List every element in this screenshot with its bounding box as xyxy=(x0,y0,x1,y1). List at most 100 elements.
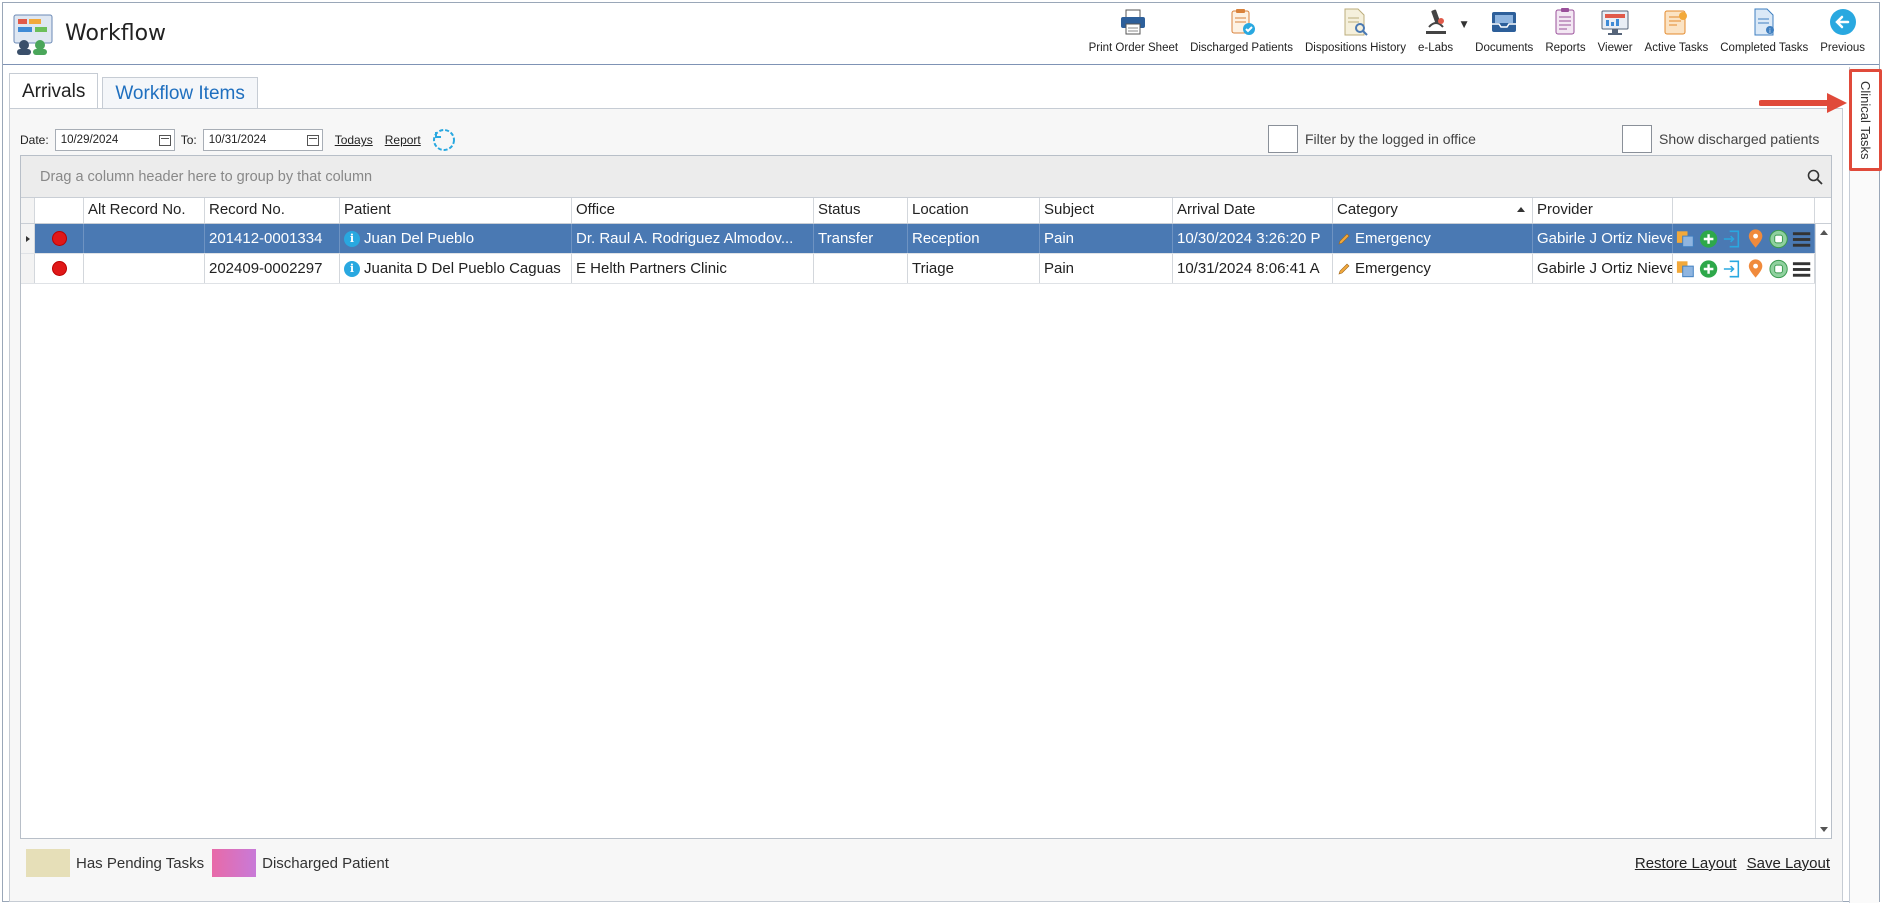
calendar-icon[interactable] xyxy=(158,134,171,146)
documents-button[interactable]: Documents xyxy=(1469,7,1539,63)
restore-layout-link[interactable]: Restore Layout xyxy=(1635,855,1737,872)
column-header-subject[interactable]: Subject xyxy=(1040,198,1173,223)
checkbox[interactable] xyxy=(1622,125,1652,153)
provider-cell: Gabirle J Ortiz Nieve xyxy=(1533,224,1673,253)
show-discharged-checkbox[interactable]: Show discharged patients xyxy=(1622,125,1819,153)
table-row[interactable]: 201412-0001334 i Juan Del Pueblo Dr. Rau… xyxy=(21,224,1831,254)
save-layout-link[interactable]: Save Layout xyxy=(1747,855,1830,872)
column-header-patient[interactable]: Patient xyxy=(340,198,572,223)
tab-arrivals[interactable]: Arrivals xyxy=(9,73,99,109)
todays-link[interactable]: Todays xyxy=(335,133,373,147)
sign-in-icon[interactable] xyxy=(1721,228,1742,250)
group-by-panel[interactable]: Drag a column header here to group by th… xyxy=(21,156,1831,198)
pencil-icon xyxy=(1338,233,1350,244)
page-title: Workflow xyxy=(65,21,167,46)
refresh-icon[interactable] xyxy=(431,127,457,153)
sort-ascending-icon xyxy=(1517,207,1525,212)
vertical-scrollbar[interactable] xyxy=(1815,224,1831,838)
status-text-cell: Transfer xyxy=(814,224,908,253)
alt-record-cell xyxy=(84,224,205,253)
callout-arrow-icon xyxy=(1759,93,1847,113)
active-tasks-button[interactable]: Active Tasks xyxy=(1639,7,1715,63)
previous-button[interactable]: Previous xyxy=(1814,7,1871,63)
row-actions xyxy=(1673,254,1815,283)
to-label: To: xyxy=(180,133,197,147)
checkbox[interactable] xyxy=(1268,125,1298,153)
forms-icon[interactable] xyxy=(1675,258,1696,280)
location-pin-icon[interactable] xyxy=(1745,228,1766,250)
alt-record-cell xyxy=(84,254,205,283)
filter-logged-office-checkbox[interactable]: Filter by the logged in office xyxy=(1268,125,1476,153)
back-arrow-icon xyxy=(1829,9,1856,35)
sign-in-icon[interactable] xyxy=(1721,258,1742,280)
category-cell: Emergency xyxy=(1333,224,1533,253)
column-header-actions[interactable] xyxy=(1673,198,1815,223)
print-order-sheet-button[interactable]: Print Order Sheet xyxy=(1083,7,1184,63)
completed-tasks-button[interactable]: i Completed Tasks xyxy=(1714,7,1814,63)
column-header-alt-record[interactable]: Alt Record No. xyxy=(84,198,205,223)
workflow-logo-icon xyxy=(13,14,53,55)
report-clipboard-icon xyxy=(1555,8,1575,35)
calendar-icon[interactable] xyxy=(306,134,319,146)
menu-icon[interactable] xyxy=(1791,228,1812,250)
category-cell: Emergency xyxy=(1333,254,1533,283)
current-row-arrow-icon xyxy=(25,235,30,242)
add-icon[interactable] xyxy=(1698,228,1719,250)
e-labs-button[interactable]: e-Labs xyxy=(1412,7,1459,63)
subject-cell: Pain xyxy=(1040,254,1173,283)
subject-cell: Pain xyxy=(1040,224,1173,253)
column-header-category[interactable]: Category xyxy=(1333,198,1533,223)
printer-icon xyxy=(1121,9,1146,35)
menu-icon[interactable] xyxy=(1791,258,1812,280)
scroll-up-arrow-icon[interactable] xyxy=(1820,230,1828,235)
layout-links: Restore Layout Save Layout xyxy=(1635,855,1830,872)
medication-icon[interactable] xyxy=(1768,228,1789,250)
row-actions xyxy=(1673,224,1815,253)
clinical-tasks-side-tab[interactable]: Clinical Tasks xyxy=(1849,69,1882,171)
location-pin-icon[interactable] xyxy=(1745,258,1766,280)
status-cell xyxy=(35,254,84,283)
column-header-provider[interactable]: Provider xyxy=(1533,198,1673,223)
date-from-input[interactable]: 10/29/2024 xyxy=(54,129,175,151)
toolbar: Print Order Sheet Discharged Patients Di… xyxy=(1083,7,1871,63)
discharged-patient-swatch xyxy=(212,849,257,877)
column-header-status[interactable]: Status xyxy=(814,198,908,223)
reports-button[interactable]: Reports xyxy=(1539,7,1591,63)
search-icon[interactable] xyxy=(1807,169,1823,185)
medication-icon[interactable] xyxy=(1768,258,1789,280)
forms-icon[interactable] xyxy=(1675,228,1696,250)
completed-tasks-icon: i xyxy=(1754,8,1775,36)
workflow-content-panel: Date: 10/29/2024 To: 10/31/2024 Todays R… xyxy=(9,108,1843,902)
header-bar: Workflow Print Order Sheet Discharged Pa… xyxy=(3,3,1879,65)
column-header-arrival-date[interactable]: Arrival Date xyxy=(1173,198,1333,223)
location-cell: Reception xyxy=(908,224,1040,253)
add-icon[interactable] xyxy=(1698,258,1719,280)
viewer-button[interactable]: Viewer xyxy=(1592,7,1639,63)
column-header-location[interactable]: Location xyxy=(908,198,1040,223)
workflow-grid: Drag a column header here to group by th… xyxy=(20,155,1832,839)
report-link[interactable]: Report xyxy=(385,133,421,147)
record-cell: 202409-0002297 xyxy=(205,254,340,283)
scroll-down-arrow-icon[interactable] xyxy=(1820,827,1828,832)
tab-workflow-items[interactable]: Workflow Items xyxy=(102,77,258,109)
discharged-patients-button[interactable]: Discharged Patients xyxy=(1184,7,1299,63)
document-search-icon xyxy=(1344,8,1369,36)
pencil-icon xyxy=(1338,263,1350,274)
e-labs-dropdown-chevron-icon[interactable]: ▼ xyxy=(1459,7,1469,63)
column-header-record[interactable]: Record No. xyxy=(205,198,340,223)
record-cell: 201412-0001334 xyxy=(205,224,340,253)
column-header-office[interactable]: Office xyxy=(572,198,814,223)
pending-tasks-swatch xyxy=(26,849,70,877)
info-icon[interactable]: i xyxy=(344,260,360,277)
arrival-date-cell: 10/30/2024 3:26:20 P xyxy=(1173,224,1333,253)
side-panel-strip xyxy=(1849,67,1879,903)
column-header-status-dot[interactable] xyxy=(35,198,84,223)
row-indicator xyxy=(21,224,35,253)
date-to-input[interactable]: 10/31/2024 xyxy=(202,129,323,151)
table-row[interactable]: 202409-0002297 i Juanita D Del Pueblo Ca… xyxy=(21,254,1831,284)
dispositions-history-button[interactable]: Dispositions History xyxy=(1299,7,1412,63)
info-icon[interactable]: i xyxy=(344,230,360,247)
patient-cell: i Juanita D Del Pueblo Caguas xyxy=(340,254,572,283)
arrival-date-cell: 10/31/2024 8:06:41 A xyxy=(1173,254,1333,283)
patient-cell: i Juan Del Pueblo xyxy=(340,224,572,253)
